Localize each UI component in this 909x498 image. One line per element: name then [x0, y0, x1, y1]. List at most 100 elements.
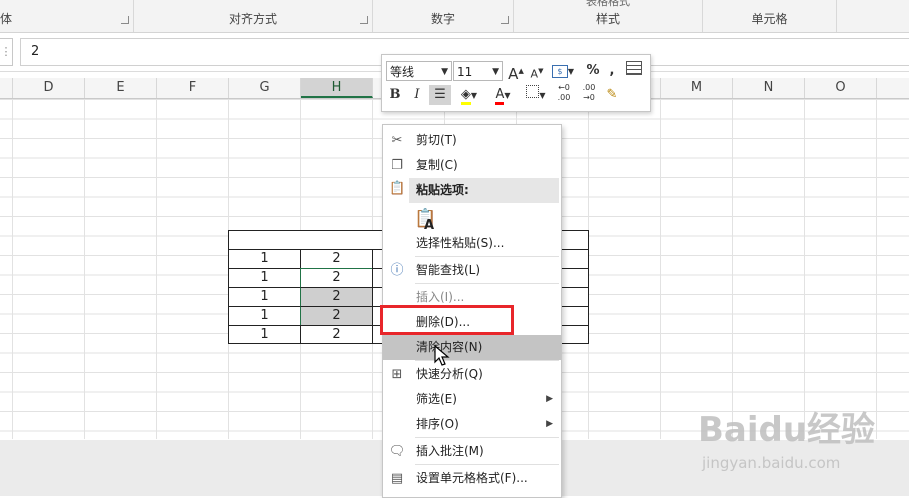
menu-item-format-cells[interactable]: ▤ 设置单元格格式(F)...: [383, 466, 561, 491]
menu-separator: [415, 283, 559, 284]
menu-item-clear-contents[interactable]: 清除内容(N): [383, 335, 561, 360]
chevron-down-icon: ▼: [492, 67, 499, 77]
menu-item-paste-keep-text[interactable]: 📋 A: [383, 204, 561, 233]
menu-item-smart-lookup[interactable]: ⓘ 智能查找(L): [383, 258, 561, 283]
smart-lookup-icon: ⓘ: [390, 263, 404, 278]
accounting-format-button[interactable]: $ ▼: [550, 61, 576, 81]
watermark-brand: Baidu经验: [698, 410, 876, 450]
name-box-edge[interactable]: ⋮: [0, 38, 13, 66]
chevron-down-icon: ▼: [441, 67, 448, 77]
decrease-decimal-button[interactable]: .00 →0: [578, 83, 600, 103]
italic-button[interactable]: I: [408, 85, 426, 105]
font-color-button[interactable]: A▼: [488, 85, 518, 105]
table-cell[interactable]: 1: [228, 249, 301, 269]
fill-color-button[interactable]: ◈▼: [454, 85, 484, 105]
menu-separator: [415, 437, 559, 438]
menu-separator: [415, 256, 559, 257]
column-header[interactable]: F: [157, 78, 229, 98]
menu-item-label: 选择性粘贴(S)...: [416, 236, 505, 250]
align-center-icon: ☰: [434, 87, 446, 102]
ribbon-group-label: 单元格: [751, 12, 788, 26]
ribbon-group-label: 体: [0, 12, 13, 26]
font-name-value: 等线: [390, 65, 415, 79]
center-align-button[interactable]: ☰: [429, 85, 451, 105]
table-cell-selected[interactable]: 2: [300, 287, 373, 307]
table-cell-selected[interactable]: 2: [300, 268, 373, 288]
borders-icon: [526, 85, 540, 98]
increase-font-button[interactable]: A▲: [507, 61, 525, 83]
column-header-edge[interactable]: [0, 78, 13, 98]
menu-item-label: 剪切(T): [416, 133, 457, 147]
menu-item-label: 粘贴选项:: [416, 183, 469, 197]
menu-item-sort[interactable]: 排序(O) ▶: [383, 412, 561, 437]
menu-item-label: 复制(C): [416, 158, 458, 172]
column-header[interactable]: D: [13, 78, 85, 98]
dialog-launcher-icon[interactable]: [121, 16, 129, 24]
comma-button[interactable]: ,: [605, 61, 619, 81]
table-cell[interactable]: 1: [228, 268, 301, 288]
menu-item-label: 智能查找(L): [416, 263, 481, 277]
formula-value: 2: [31, 44, 40, 59]
paintbrush-icon: ✎: [606, 87, 618, 102]
ribbon-group-label: 对齐方式: [228, 12, 277, 26]
ribbon-group-font: 体: [0, 0, 134, 32]
format-table-button[interactable]: [624, 61, 644, 81]
font-size-value: 11: [457, 65, 473, 79]
column-header[interactable]: M: [661, 78, 733, 98]
column-header[interactable]: O: [805, 78, 877, 98]
submenu-arrow-icon: ▶: [546, 419, 553, 429]
table-cell[interactable]: 1: [228, 325, 301, 344]
menu-item-cut[interactable]: ✂ 剪切(T): [383, 128, 561, 153]
column-header[interactable]: G: [229, 78, 301, 98]
column-header-selected[interactable]: H: [301, 78, 373, 98]
menu-item-label: 筛选(E): [416, 392, 457, 406]
ribbon-group-label: 数字: [430, 12, 455, 26]
table-icon: [626, 61, 642, 75]
menu-item-label: 设置单元格格式(F)...: [416, 471, 528, 485]
table-cell[interactable]: 2: [300, 249, 373, 269]
menu-item-label: 插入批注(M): [416, 444, 484, 458]
comment-icon: 🗨: [388, 444, 406, 459]
chevron-down-icon: ▼: [539, 91, 546, 100]
dialog-launcher-icon[interactable]: [501, 16, 509, 24]
dialog-launcher-icon[interactable]: [360, 16, 368, 24]
column-header[interactable]: E: [85, 78, 157, 98]
menu-item-quick-analysis[interactable]: ⊞ 快速分析(Q): [383, 362, 561, 387]
chevron-down-icon: ▼: [504, 91, 511, 100]
increase-decimal-button[interactable]: ←0 .00: [553, 83, 575, 103]
column-header[interactable]: N: [733, 78, 805, 98]
font-name-select[interactable]: 等线 ▼: [386, 61, 452, 81]
decrease-font-icon: A: [530, 67, 539, 81]
borders-button[interactable]: ▼: [522, 85, 550, 105]
currency-icon: $: [551, 65, 568, 78]
bold-button[interactable]: B: [386, 85, 404, 105]
copy-icon: ❐: [391, 158, 403, 173]
format-painter-button[interactable]: ✎: [602, 85, 622, 105]
ribbon: 体 对齐方式 数字 表格格式 样式 单元格: [0, 0, 909, 33]
baidu-watermark: Baidu经验 jingyan.baidu.com: [698, 402, 908, 482]
ribbon-group-editing: [837, 0, 909, 32]
ribbon-cut-label[interactable]: 表格格式: [514, 0, 702, 9]
menu-item-paste-special[interactable]: 选择性粘贴(S)...: [383, 231, 561, 256]
menu-item-insert-comment[interactable]: 🗨 插入批注(M): [383, 439, 561, 464]
table-cell-selected[interactable]: 2: [300, 306, 373, 326]
paste-icon: 📋: [389, 181, 406, 196]
chevron-down-icon: ▼: [567, 67, 575, 76]
ribbon-group-styles: 表格格式 样式: [514, 0, 703, 32]
scissors-icon: ✂: [391, 133, 403, 148]
watermark-url: jingyan.baidu.com: [702, 454, 841, 472]
table-cell[interactable]: 1: [228, 306, 301, 326]
format-cells-icon: ▤: [390, 471, 404, 486]
menu-item-copy[interactable]: ❐ 复制(C): [383, 153, 561, 178]
submenu-arrow-icon: ▶: [546, 394, 553, 404]
mini-toolbar: 等线 ▼ 11 ▼ A▲ A▼ $ ▼ % , B I ☰ ◈▼ A▼ ▼ ←0 …: [381, 54, 651, 112]
font-size-select[interactable]: 11 ▼: [453, 61, 503, 81]
table-cell[interactable]: 2: [300, 325, 373, 344]
chevron-down-icon: ▼: [470, 91, 478, 100]
table-cell[interactable]: 1: [228, 287, 301, 307]
decrease-font-button[interactable]: A▼: [528, 61, 546, 81]
highlight-annotation: [380, 305, 514, 335]
menu-item-filter[interactable]: 筛选(E) ▶: [383, 387, 561, 412]
percent-button[interactable]: %: [583, 61, 603, 81]
ribbon-group-label: 样式: [595, 12, 620, 26]
